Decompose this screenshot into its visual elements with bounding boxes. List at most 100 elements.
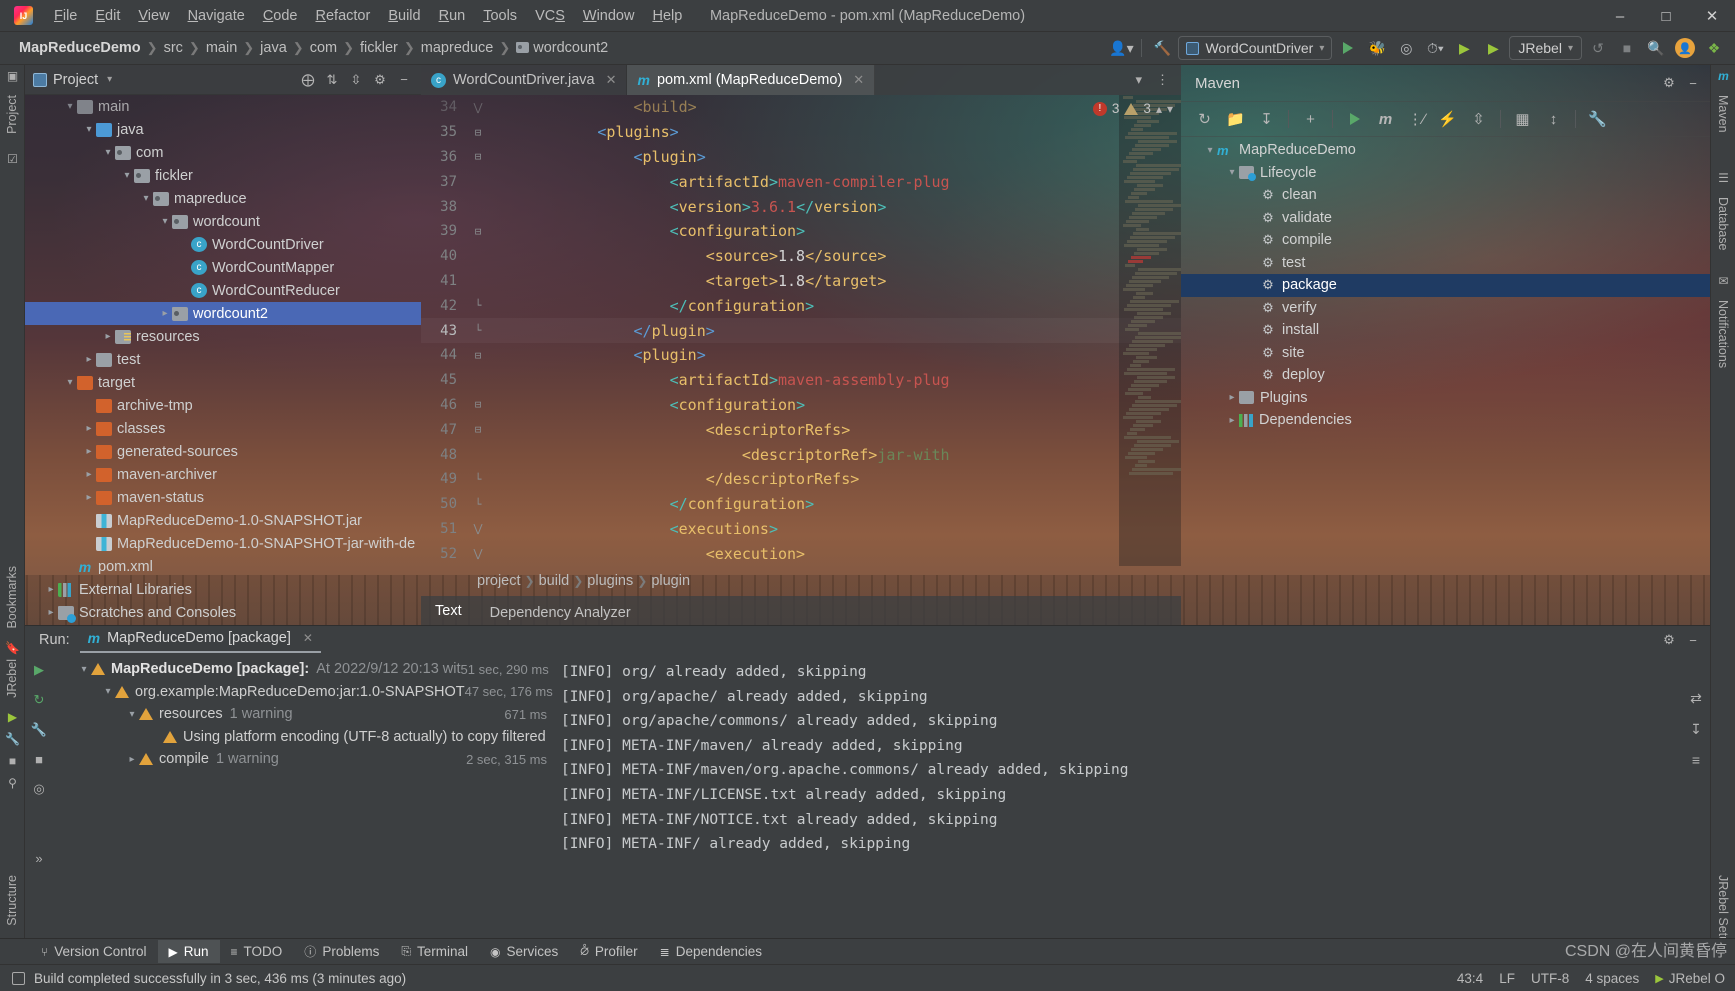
maven-tree-row[interactable]: ⚙ clean [1181,184,1710,207]
chevron-closed-icon[interactable] [101,331,115,342]
menu-item-navigate[interactable]: Navigate [179,3,254,29]
build-tree-row[interactable]: org.example:MapReduceDemo:jar:1.0-SNAPSH… [53,681,553,704]
notifications-rail-icon[interactable]: ✉ [1711,270,1735,292]
editor-breadcrumb[interactable]: project ❯ build ❯ plugins ❯ plugin [421,566,1181,596]
rail-tab-maven[interactable]: Maven [1711,87,1735,141]
fold-marker-icon[interactable]: ⋁ [467,547,489,560]
maven-goal-icon[interactable]: m [1372,106,1399,132]
scroll-to-end-icon[interactable]: ↧ [1690,721,1702,738]
code-line[interactable]: 49 └ </descriptorRefs> [421,467,1181,492]
tool-tab-dependencies[interactable]: ≣ Dependencies [649,940,773,963]
settings-wrench-icon[interactable]: 🔧 [1584,106,1611,132]
fold-marker-icon[interactable]: ⊟ [467,349,489,362]
locate-icon[interactable]: ⨁ [297,69,319,91]
tab-text[interactable]: Text [421,598,476,628]
plugin-update-icon[interactable]: ❖ [1701,36,1727,60]
editor-breadcrumb-project[interactable]: project [477,573,521,589]
jrebel-selector[interactable]: JRebel ▾ [1509,36,1582,60]
breadcrumb-item-wordcount2[interactable]: wordcount2 [511,38,613,58]
run-with-coverage-icon[interactable]: ◎ [1393,36,1419,60]
hide-icon[interactable]: − [1682,629,1704,651]
breadcrumb-item-src[interactable]: src [159,38,188,58]
close-button[interactable]: ✕ [1689,0,1735,32]
project-tree-row[interactable]: wordcount [25,210,421,233]
rerun-icon[interactable]: ↻ [34,692,45,708]
chevron-closed-icon[interactable] [44,607,58,618]
fold-marker-icon[interactable]: ⊟ [467,126,489,139]
maven-tree-row[interactable]: ⚙ verify [1181,297,1710,320]
menu-item-tools[interactable]: Tools [474,3,526,29]
chevron-closed-icon[interactable] [44,584,58,595]
fold-marker-icon[interactable]: └ [467,473,489,486]
breadcrumb-item-fickler[interactable]: fickler [355,38,403,58]
code-line[interactable]: 41 <target>1.8</target> [421,269,1181,294]
update-icon[interactable]: ↺ [1585,36,1611,60]
rail-tab-database[interactable]: Database [1711,189,1735,259]
code-line[interactable]: 36 ⊟ <plugin> [421,145,1181,170]
code-line[interactable]: 44 ⊟ <plugin> [421,343,1181,368]
indent-setting[interactable]: 4 spaces [1585,971,1639,986]
chevron-open-icon[interactable] [158,216,172,227]
project-tree-row[interactable]: main [25,95,421,118]
more-options-icon[interactable]: ⋮ [1150,72,1175,88]
project-tree-row[interactable]: c WordCountDriver [25,233,421,256]
show-dependencies-icon[interactable]: ▦ [1509,106,1536,132]
project-rail-icon[interactable]: ▣ [0,65,25,87]
file-encoding[interactable]: UTF-8 [1531,971,1569,986]
stop-rail-icon[interactable]: ■ [0,750,25,772]
stop-icon[interactable]: ■ [35,752,43,767]
chevron-closed-icon[interactable] [125,754,139,765]
settings-icon[interactable]: ⚙ [1658,72,1680,94]
editor-tab-wordcountdriver[interactable]: c WordCountDriver.java ✕ [421,65,628,95]
project-tree-row[interactable]: com [25,141,421,164]
build-hammer-icon[interactable]: 🔨 [1149,36,1175,60]
code-line[interactable]: 40 <source>1.8</source> [421,244,1181,269]
breadcrumb-item-mapreduce[interactable]: mapreduce [416,38,499,58]
project-tree-row[interactable]: External Libraries [25,578,421,601]
breadcrumb-item-java[interactable]: java [255,38,292,58]
chevron-open-icon[interactable] [101,686,115,697]
fold-marker-icon[interactable]: ⋁ [467,522,489,535]
maven-tree-row[interactable]: ⚙ test [1181,252,1710,275]
editor-breadcrumb-plugin[interactable]: plugin [651,573,690,589]
close-icon[interactable]: ✕ [303,631,313,645]
project-tree-row[interactable]: m pom.xml [25,555,421,578]
wrench-icon[interactable]: 🔧 [31,722,47,738]
stop-icon[interactable]: ■ [1614,36,1640,60]
fold-marker-icon[interactable]: └ [467,498,489,511]
rail-tab-project[interactable]: Project [0,87,24,142]
chevron-open-icon[interactable] [1225,167,1239,178]
maven-tree-row[interactable]: ⚙ install [1181,319,1710,342]
tool-tab-problems[interactable]: ⓘ Problems [293,939,390,964]
menu-item-vcs[interactable]: VCS [526,3,574,29]
bookmark-rail-icon[interactable]: 🔖 [0,637,25,659]
menu-item-edit[interactable]: Edit [86,3,129,29]
rail-tab-notifications[interactable]: Notifications [1711,292,1735,376]
jrebel-rail-icon[interactable]: ▶ [0,706,25,728]
project-tree-row[interactable]: Scratches and Consoles [25,601,421,624]
profiler-icon[interactable]: ⏱▾ [1422,36,1448,60]
chevron-closed-icon[interactable] [82,446,96,457]
commit-rail-icon[interactable]: ☑ [0,148,25,170]
project-tree-row[interactable]: MapReduceDemo-1.0-SNAPSHOT.jar [25,509,421,532]
jrebel-debug-icon[interactable]: ▶ [1480,36,1506,60]
menu-item-build[interactable]: Build [379,3,429,29]
code-line[interactable]: 35 ⊟ <plugins> [421,120,1181,145]
chevron-closed-icon[interactable] [158,308,172,319]
code-line[interactable]: 50 └ </configuration> [421,492,1181,517]
search-rail-icon[interactable]: ⚲ [0,772,25,794]
code-line[interactable]: 34 ⋁ <build> [421,95,1181,120]
rail-tab-jrebel[interactable]: JRebel [0,651,24,706]
expand-icon[interactable]: » [35,851,42,866]
code-editor[interactable]: 34 ⋁ <build> 35 ⊟ <plugins> 36 ⊟ <plugin> 37 <… [421,95,1181,566]
code-line[interactable]: 46 ⊟ <configuration> [421,393,1181,418]
project-tree-row[interactable]: maven-status [25,486,421,509]
skip-tests-icon[interactable]: ⋮∕ [1403,106,1430,132]
project-tree-row[interactable]: test [25,348,421,371]
tool-tab-version-control[interactable]: ⑂ Version Control [30,940,158,963]
run-session-tab[interactable]: m MapReduceDemo [package] ✕ [79,627,321,653]
menu-item-window[interactable]: Window [574,3,644,29]
chevron-open-icon[interactable] [1203,145,1217,156]
fold-marker-icon[interactable]: ⊟ [467,423,489,436]
chevron-open-icon[interactable] [63,377,77,388]
